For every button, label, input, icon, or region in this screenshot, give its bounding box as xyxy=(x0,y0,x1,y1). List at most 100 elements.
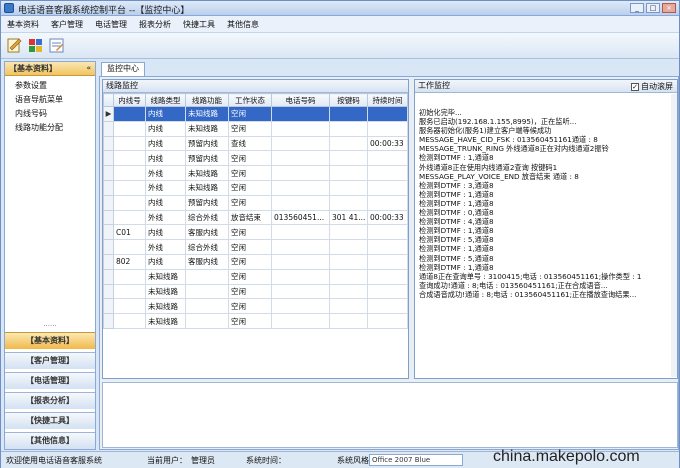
table-cell: 内线 xyxy=(145,224,186,241)
table-cell xyxy=(113,283,146,300)
table-row[interactable]: C01 内线 客服内线 空闲 xyxy=(103,224,408,241)
chart-icon[interactable] xyxy=(27,37,44,54)
status-user-value: 管理员 xyxy=(191,456,215,465)
table-row[interactable]: 外线 综合外线 空闲 xyxy=(103,239,408,255)
table-cell xyxy=(329,253,368,270)
row-indicator[interactable] xyxy=(103,268,114,285)
table-cell xyxy=(329,313,368,329)
table-row[interactable]: 内线 预留内线 空闲 xyxy=(103,194,408,211)
group-phone[interactable]: 【电话管理】 xyxy=(5,372,95,389)
column-header[interactable]: 线路类型 xyxy=(145,93,186,107)
table-row[interactable]: 内线 未知线路 空闲 xyxy=(103,120,408,137)
log-line: 检测到DTMF : 1,通道8 xyxy=(419,153,494,163)
table-cell: 空闲 xyxy=(228,253,272,270)
table-cell xyxy=(329,239,368,255)
row-indicator[interactable] xyxy=(103,283,114,300)
group-reports[interactable]: 【报表分析】 xyxy=(5,392,95,409)
log-line: 初始化完毕... xyxy=(419,108,462,117)
table-cell xyxy=(113,313,146,329)
group-basic-info[interactable]: 【基本资料】 xyxy=(5,332,95,349)
sidebar-item-voice-menu[interactable]: 语音导航菜单 xyxy=(15,93,95,107)
checkbox-icon[interactable]: ✓ xyxy=(631,83,639,91)
table-cell xyxy=(329,194,368,211)
minimize-button[interactable]: _ xyxy=(630,3,644,13)
row-indicator[interactable] xyxy=(103,239,114,255)
row-indicator[interactable] xyxy=(103,135,114,152)
table-row[interactable]: 未知线路 空闲 xyxy=(103,268,408,285)
table-cell xyxy=(329,150,368,167)
table-row[interactable]: 未知线路 空闲 xyxy=(103,298,408,315)
sidebar-item-extension[interactable]: 内线号码 xyxy=(15,107,95,121)
row-indicator[interactable] xyxy=(103,150,114,167)
table-cell xyxy=(329,283,368,300)
table-row[interactable]: 外线 未知线路 空闲 xyxy=(103,179,408,196)
table-cell: 预留内线 xyxy=(185,150,229,167)
log-line: 服务器初始化(服务1)建立客户端等候成功 xyxy=(419,126,552,136)
group-other[interactable]: 【其他信息】 xyxy=(5,432,95,449)
table-cell xyxy=(271,268,330,285)
row-indicator[interactable] xyxy=(103,313,114,329)
menu-tools[interactable]: 快捷工具 xyxy=(177,19,221,30)
table-row[interactable]: 未知线路 空闲 xyxy=(103,313,408,329)
auto-scroll-checkbox[interactable]: ✓ 自动滚屏 xyxy=(631,81,673,93)
table-cell xyxy=(113,179,146,196)
row-indicator[interactable] xyxy=(103,194,114,211)
edit-icon[interactable] xyxy=(6,37,23,54)
table-cell xyxy=(367,313,408,329)
menu-phone[interactable]: 电话管理 xyxy=(89,19,133,30)
log-line: 检测到DTMF : 4,通道8 xyxy=(419,217,494,227)
sidebar-header[interactable]: 【基本资料】 « xyxy=(5,62,95,76)
row-indicator[interactable] xyxy=(103,224,114,241)
notes-icon[interactable] xyxy=(48,37,65,54)
close-button[interactable]: × xyxy=(662,3,676,13)
tab-monitor-center[interactable]: 监控中心 xyxy=(101,62,145,76)
table-row[interactable]: 未知线路 空闲 xyxy=(103,283,408,300)
table-cell: 外线 xyxy=(145,165,186,181)
sidebar-item-params[interactable]: 参数设置 xyxy=(15,79,95,93)
table-row[interactable]: 外线 未知线路 空闲 xyxy=(103,165,408,181)
log-line: 检测到DTMF : 1,通道8 xyxy=(419,226,494,236)
table-row[interactable]: 外线 综合外线 放音结束 013560451... 301 41... 00:00:33 xyxy=(103,209,408,226)
table-row[interactable]: 802 内线 客服内线 空闲 xyxy=(103,253,408,270)
column-header[interactable]: 工作状态 xyxy=(228,93,272,107)
table-cell xyxy=(271,135,330,152)
maximize-button[interactable]: □ xyxy=(646,3,660,13)
collapse-icon[interactable]: « xyxy=(86,62,91,75)
table-cell xyxy=(367,224,408,241)
row-indicator[interactable] xyxy=(103,120,114,137)
column-header[interactable]: 内线号 xyxy=(113,93,146,107)
menu-other[interactable]: 其他信息 xyxy=(221,19,265,30)
column-header[interactable]: 线路功能 xyxy=(185,93,229,107)
table-cell: 查线 xyxy=(228,135,272,152)
table-cell xyxy=(271,150,330,167)
table-row[interactable]: 内线 预留内线 查线 00:00:33 xyxy=(103,135,408,152)
table-cell xyxy=(367,179,408,196)
table-row[interactable]: 内线 预留内线 空闲 xyxy=(103,150,408,167)
column-header[interactable]: 按键码 xyxy=(329,93,368,107)
menu-basic-info[interactable]: 基本资料 xyxy=(1,19,45,30)
column-header[interactable]: 持续时间 xyxy=(367,93,408,107)
row-indicator[interactable] xyxy=(103,165,114,181)
row-indicator[interactable]: ▶ xyxy=(103,106,114,122)
column-header[interactable]: 电话号码 xyxy=(271,93,330,107)
menu-reports[interactable]: 报表分析 xyxy=(133,19,177,30)
table-row[interactable]: ▶ 内线 未知线路 空闲 xyxy=(103,106,408,122)
table-cell: 综合外线 xyxy=(185,209,229,226)
row-indicator[interactable] xyxy=(103,179,114,196)
style-select[interactable]: Office 2007 Blue xyxy=(369,454,463,466)
group-customer[interactable]: 【客户管理】 xyxy=(5,352,95,369)
menu-customer[interactable]: 客户管理 xyxy=(45,19,89,30)
table-cell xyxy=(367,239,408,255)
row-indicator[interactable] xyxy=(103,209,114,226)
log-scrollbar[interactable] xyxy=(671,94,677,377)
row-indicator[interactable] xyxy=(103,298,114,315)
splitter-grip[interactable]: ...... xyxy=(5,320,95,328)
table-cell: 空闲 xyxy=(228,313,272,329)
row-indicator[interactable] xyxy=(103,253,114,270)
table-cell xyxy=(113,239,146,255)
sidebar-item-line-function[interactable]: 线路功能分配 xyxy=(15,121,95,135)
table-cell xyxy=(367,165,408,181)
table-cell: 内线 xyxy=(145,150,186,167)
log-line: 通道8正在查询单号 : 3100415;电话 : 013560451161;操作… xyxy=(419,271,642,281)
group-tools[interactable]: 【快捷工具】 xyxy=(5,412,95,429)
